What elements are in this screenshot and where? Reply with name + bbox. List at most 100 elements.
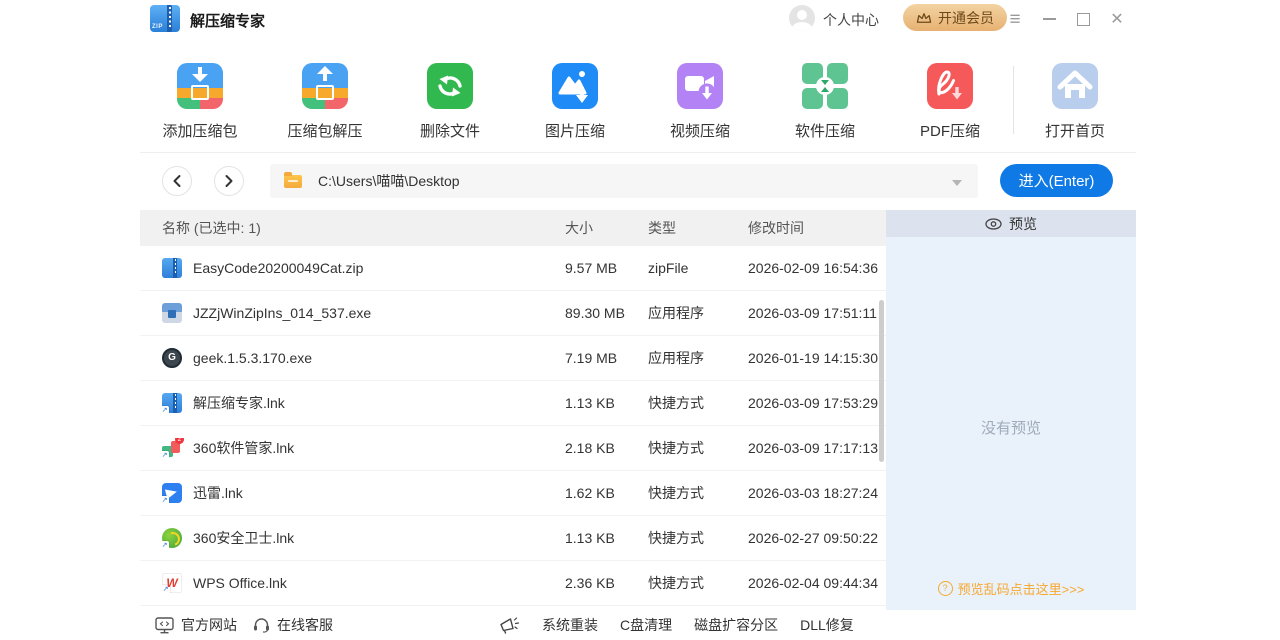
- 360-safe-guard-icon: [162, 528, 182, 548]
- geek-uninstaller-icon: [162, 348, 182, 368]
- file-list-header: 名称 (已选中: 1) 大小 类型 修改时间: [140, 210, 886, 246]
- crown-icon: [916, 12, 932, 24]
- enter-button[interactable]: 进入(Enter): [1000, 164, 1113, 197]
- minimize-button[interactable]: [1038, 8, 1060, 30]
- tool-disk-expand[interactable]: 磁盘扩容分区: [694, 615, 778, 635]
- file-size: 1.13 KB: [565, 395, 648, 411]
- preview-body: 没有预览 预览乱码点击这里>>>: [886, 237, 1136, 610]
- no-preview-text: 没有预览: [886, 417, 1136, 438]
- toolbar-open-homepage[interactable]: 打开首页: [1015, 63, 1135, 141]
- maximize-button[interactable]: [1072, 8, 1094, 30]
- preview-title: 预览: [1009, 214, 1037, 234]
- 360-software-manager-icon: 2: [162, 438, 182, 458]
- menu-icon[interactable]: ≡: [1004, 8, 1026, 30]
- file-type: 快捷方式: [648, 393, 748, 413]
- file-size: 1.13 KB: [565, 530, 648, 546]
- toolbar-label: 压缩包解压: [265, 120, 385, 141]
- file-name: 360软件管家.lnk: [193, 438, 294, 458]
- table-row[interactable]: JZZjWinZipIns_014_537.exe 89.30 MB 应用程序 …: [140, 291, 886, 336]
- table-row[interactable]: 2360软件管家.lnk 2.18 KB 快捷方式 2026-03-09 17:…: [140, 426, 886, 471]
- pdf-compress-icon: [927, 63, 973, 109]
- file-modified: 2026-02-04 09:44:34: [748, 575, 886, 591]
- online-support-link[interactable]: 在线客服: [253, 610, 333, 640]
- installer-exe-icon: [162, 303, 182, 323]
- back-button[interactable]: [162, 166, 192, 196]
- tool-c-drive-clean[interactable]: C盘清理: [620, 615, 672, 635]
- toolbar-divider: [1013, 66, 1014, 134]
- toolbar-video-compress[interactable]: 视频压缩: [640, 63, 760, 141]
- user-avatar[interactable]: [789, 5, 815, 31]
- toolbar-delete-files[interactable]: 删除文件: [390, 63, 510, 141]
- scrollbar-thumb[interactable]: [879, 300, 884, 462]
- file-name: 解压缩专家.lnk: [193, 393, 285, 413]
- official-site-link[interactable]: 官方网站: [155, 610, 237, 640]
- toolbar-software-compress[interactable]: 软件压缩: [765, 63, 885, 141]
- question-icon: [938, 581, 953, 596]
- file-type: 快捷方式: [648, 573, 748, 593]
- wps-office-icon: [162, 573, 182, 593]
- toolbar-label: 打开首页: [1015, 120, 1135, 141]
- folder-icon: [284, 175, 302, 188]
- forward-button[interactable]: [214, 166, 244, 196]
- garbled-link-label: 预览乱码点击这里>>>: [958, 579, 1085, 598]
- open-vip-button[interactable]: 开通会员: [903, 4, 1007, 31]
- column-size[interactable]: 大小: [565, 218, 648, 238]
- tool-system-reinstall[interactable]: 系统重装: [542, 615, 598, 635]
- preview-header: 预览: [886, 210, 1136, 237]
- file-type: 快捷方式: [648, 438, 748, 458]
- path-dropdown-caret-icon[interactable]: [952, 180, 962, 186]
- chevron-right-icon: [223, 174, 235, 188]
- table-row[interactable]: 迅雷.lnk 1.62 KB 快捷方式 2026-03-03 18:27:24: [140, 471, 886, 516]
- toolbar-image-compress[interactable]: 图片压缩: [515, 63, 635, 141]
- software-compress-icon: [802, 63, 848, 109]
- close-button[interactable]: ✕: [1106, 8, 1128, 30]
- file-modified: 2026-03-09 17:53:29: [748, 395, 886, 411]
- thunder-icon: [162, 483, 182, 503]
- toolbar-extract-archive[interactable]: 压缩包解压: [265, 63, 385, 141]
- eye-icon: [985, 218, 1002, 230]
- column-modified[interactable]: 修改时间: [748, 218, 886, 238]
- toolbar-label: 添加压缩包: [140, 120, 260, 141]
- extract-archive-icon: [302, 63, 348, 109]
- garbled-preview-link[interactable]: 预览乱码点击这里>>>: [886, 579, 1136, 598]
- toolbar-label: 删除文件: [390, 120, 510, 141]
- file-type: 应用程序: [648, 303, 748, 323]
- add-archive-icon: [177, 63, 223, 109]
- toolbar-pdf-compress[interactable]: PDF压缩: [890, 63, 1010, 141]
- file-size: 89.30 MB: [565, 305, 648, 321]
- column-type[interactable]: 类型: [648, 218, 748, 238]
- footer-tools: 系统重装 C盘清理 磁盘扩容分区 DLL修复: [498, 610, 854, 640]
- titlebar: 解压缩专家 个人中心 开通会员 ≡ ✕: [0, 0, 1280, 38]
- table-row[interactable]: WPS Office.lnk 2.36 KB 快捷方式 2026-02-04 0…: [140, 561, 886, 606]
- footer: 官方网站 在线客服 系统重装 C盘清理 磁盘扩容分区 DLL修复: [140, 610, 1136, 640]
- file-name: geek.1.5.3.170.exe: [193, 350, 312, 366]
- file-modified: 2026-02-09 16:54:36: [748, 260, 886, 276]
- headset-icon: [253, 617, 270, 633]
- file-size: 7.19 MB: [565, 350, 648, 366]
- table-row[interactable]: 360安全卫士.lnk 1.13 KB 快捷方式 2026-02-27 09:5…: [140, 516, 886, 561]
- navbar: C:\Users\喵喵\Desktop 进入(Enter): [140, 162, 1136, 200]
- window-controls: ≡ ✕: [1004, 0, 1128, 38]
- user-center-link[interactable]: 个人中心: [823, 10, 879, 30]
- app-title: 解压缩专家: [190, 10, 265, 31]
- toolbar-label: 图片压缩: [515, 120, 635, 141]
- vip-button-label: 开通会员: [938, 8, 994, 28]
- file-modified: 2026-03-03 18:27:24: [748, 485, 886, 501]
- column-name[interactable]: 名称 (已选中: 1): [162, 218, 565, 238]
- table-row[interactable]: geek.1.5.3.170.exe 7.19 MB 应用程序 2026-01-…: [140, 336, 886, 381]
- toolbar-add-archive[interactable]: 添加压缩包: [140, 63, 260, 141]
- shortcut-arrow-icon: [162, 496, 169, 503]
- home-icon: [1052, 63, 1098, 109]
- file-name: JZZjWinZipIns_014_537.exe: [193, 305, 371, 321]
- shortcut-arrow-icon: [162, 585, 170, 593]
- table-row[interactable]: 解压缩专家.lnk 1.13 KB 快捷方式 2026-03-09 17:53:…: [140, 381, 886, 426]
- shortcut-arrow-icon: [162, 541, 169, 548]
- table-row[interactable]: EasyCode20200049Cat.zip 9.57 MB zipFile …: [140, 246, 886, 291]
- toolbar-label: 视频压缩: [640, 120, 760, 141]
- zip-app-shortcut-icon: [162, 393, 182, 413]
- tool-dll-repair[interactable]: DLL修复: [800, 615, 854, 635]
- zip-archive-icon: [162, 258, 182, 278]
- file-size: 2.18 KB: [565, 440, 648, 456]
- path-input[interactable]: C:\Users\喵喵\Desktop: [270, 164, 978, 198]
- toolbar-label: PDF压缩: [890, 120, 1010, 141]
